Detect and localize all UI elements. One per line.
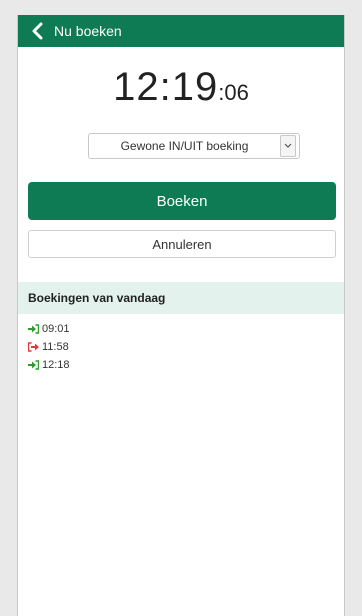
booking-item: 09:01 [28, 320, 70, 338]
booking-time: 11:58 [42, 341, 69, 353]
app-header: Nu boeken [18, 15, 344, 47]
booking-item: 11:58 [28, 338, 70, 356]
chevron-down-icon [280, 135, 296, 157]
current-time: 12:19:06 [18, 65, 344, 117]
book-button[interactable]: Boeken [28, 182, 336, 220]
booking-item: 12:18 [28, 356, 70, 374]
booking-type-value: Gewone IN/UIT boeking [120, 139, 249, 153]
chevron-left-icon [32, 22, 43, 40]
time-seconds: :06 [218, 80, 249, 105]
today-bookings-list: 09:01 11:58 12:18 [28, 320, 70, 374]
booking-time: 09:01 [42, 323, 70, 335]
today-bookings-heading: Boekingen van vandaag [18, 282, 344, 314]
booking-type-select[interactable]: Gewone IN/UIT boeking [88, 133, 300, 159]
sign-out-icon [28, 342, 39, 352]
back-button[interactable] [26, 20, 48, 42]
cancel-button[interactable]: Annuleren [28, 230, 336, 258]
sign-in-icon [28, 360, 39, 370]
booking-time: 12:18 [42, 359, 70, 371]
sign-in-icon [28, 324, 39, 334]
time-hours-minutes: 12:19 [113, 65, 219, 109]
app-frame: Nu boeken 12:19:06 Gewone IN/UIT boeking… [17, 15, 345, 616]
page-title: Nu boeken [54, 23, 122, 39]
